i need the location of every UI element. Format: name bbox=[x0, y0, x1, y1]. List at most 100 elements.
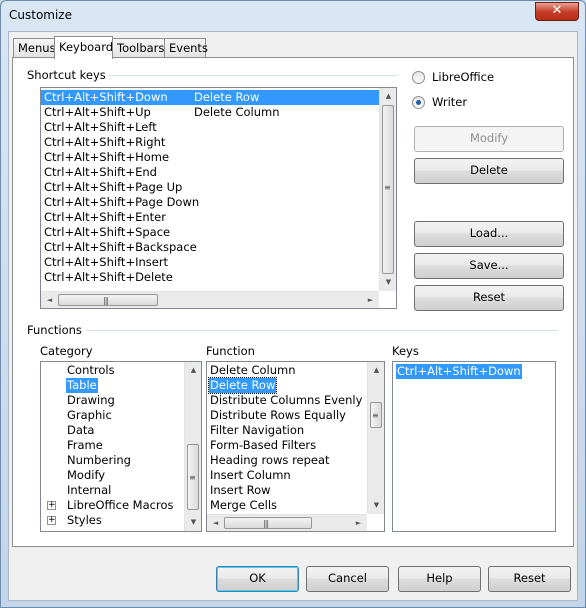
function-list[interactable]: Delete Column Delete Row Distribute Column… bbox=[206, 361, 385, 532]
scroll-thumb[interactable]: ≡ bbox=[382, 105, 394, 274]
function-item[interactable]: Delete Column bbox=[210, 363, 295, 378]
category-item[interactable]: Frame bbox=[67, 438, 103, 453]
shortcut-row[interactable]: Ctrl+Alt+Shift+Enter bbox=[41, 210, 379, 225]
scroll-thumb[interactable]: ≡ bbox=[187, 444, 199, 510]
key-item[interactable]: Ctrl+Alt+Shift+Down bbox=[396, 364, 522, 379]
shortcut-key: Ctrl+Alt+Shift+Backspace bbox=[44, 240, 197, 254]
cancel-button[interactable]: Cancel bbox=[306, 566, 389, 592]
scroll-thumb[interactable]: ≡ bbox=[370, 402, 382, 428]
scroll-down-icon[interactable]: ▼ bbox=[368, 497, 384, 514]
dialog-client: Menus Keyboard Toolbars Events Shortcut … bbox=[8, 31, 578, 601]
category-item[interactable]: Drawing bbox=[67, 393, 115, 408]
tab-keyboard[interactable]: Keyboard bbox=[54, 36, 113, 59]
scroll-up-icon[interactable]: ▲ bbox=[380, 88, 396, 105]
scroll-thumb[interactable]: ||| bbox=[224, 517, 312, 529]
function-vscroll[interactable]: ▲ ≡ ▼ bbox=[367, 362, 384, 514]
title-bar[interactable]: Customize ✕ bbox=[1, 1, 585, 31]
shortcut-vscroll[interactable]: ▲ ≡ ▼ bbox=[379, 88, 396, 291]
category-list[interactable]: Controls Table Drawing Graphic Data Frame Numb… bbox=[40, 361, 202, 532]
function-item[interactable]: Distribute Columns Evenly bbox=[210, 393, 362, 408]
scroll-right-icon[interactable]: ► bbox=[350, 515, 367, 531]
category-item[interactable]: Internal bbox=[67, 483, 111, 498]
shortcut-row[interactable]: Ctrl+Alt+Shift+Up Delete Column bbox=[41, 105, 379, 120]
load-button[interactable]: Load... bbox=[414, 221, 564, 247]
function-item[interactable]: Delete Row bbox=[207, 377, 278, 394]
category-item[interactable]: Graphic bbox=[67, 408, 112, 423]
shortcut-keys-label: Shortcut keys bbox=[27, 68, 106, 82]
category-item[interactable]: Modify bbox=[67, 468, 105, 483]
category-item[interactable]: Numbering bbox=[67, 453, 131, 468]
category-label: Category bbox=[40, 344, 93, 358]
scroll-up-icon[interactable]: ▲ bbox=[368, 362, 384, 379]
tab-menus[interactable]: Menus bbox=[13, 38, 56, 58]
shortcut-row[interactable]: Ctrl+Alt+Shift+Home bbox=[41, 150, 379, 165]
reset-button[interactable]: Reset bbox=[488, 566, 571, 592]
keyboard-tab-panel: Shortcut keys Ctrl+Alt+Shift+Down Delete … bbox=[12, 57, 574, 547]
scroll-down-icon[interactable]: ▼ bbox=[185, 514, 201, 531]
shortcut-row[interactable]: Ctrl+Alt+Shift+Delete bbox=[41, 270, 379, 285]
radio-libreoffice-label[interactable]: LibreOffice bbox=[432, 70, 494, 84]
function-item[interactable]: Insert Row bbox=[210, 483, 271, 498]
customize-dialog: Customize ✕ Menus Keyboard Toolbars Even… bbox=[0, 0, 586, 608]
shortcut-row[interactable]: Ctrl+Alt+Shift+Left bbox=[41, 120, 379, 135]
shortcut-hscroll[interactable]: ◄ ||| ► bbox=[41, 291, 379, 308]
function-item[interactable]: Merge Cells bbox=[210, 498, 277, 513]
category-item[interactable]: Styles bbox=[67, 513, 102, 528]
shortcut-row[interactable]: Ctrl+Alt+Shift+Insert bbox=[41, 255, 379, 270]
shortcut-key: Ctrl+Alt+Shift+Page Up bbox=[44, 180, 183, 194]
radio-libreoffice[interactable] bbox=[412, 71, 425, 84]
radio-writer[interactable] bbox=[412, 96, 425, 109]
help-button[interactable]: Help bbox=[398, 566, 481, 592]
delete-button[interactable]: Delete bbox=[414, 158, 564, 184]
reset-shortcuts-button[interactable]: Reset bbox=[414, 285, 564, 311]
scroll-right-icon[interactable]: ► bbox=[362, 292, 379, 308]
function-item[interactable]: Filter Navigation bbox=[210, 423, 304, 438]
shortcut-key: Ctrl+Alt+Shift+End bbox=[44, 165, 157, 179]
shortcut-key: Ctrl+Alt+Shift+Page Down bbox=[44, 195, 200, 209]
shortcut-row[interactable]: Ctrl+Alt+Shift+Backspace bbox=[41, 240, 379, 255]
tab-events[interactable]: Events bbox=[164, 38, 208, 58]
shortcut-row[interactable]: Ctrl+Alt+Shift+Space bbox=[41, 225, 379, 240]
scroll-up-icon[interactable]: ▲ bbox=[185, 362, 201, 379]
shortcut-row[interactable]: Ctrl+Alt+Shift+Page Up bbox=[41, 180, 379, 195]
function-item[interactable]: Form-Based Filters bbox=[210, 438, 316, 453]
scroll-left-icon[interactable]: ◄ bbox=[41, 292, 58, 308]
category-vscroll[interactable]: ▲ ≡ ▼ bbox=[184, 362, 201, 531]
function-item[interactable]: Insert Column bbox=[210, 468, 291, 483]
expand-icon[interactable]: + bbox=[47, 501, 56, 510]
category-item[interactable]: Data bbox=[67, 423, 94, 438]
category-item[interactable]: LibreOffice Macros bbox=[67, 498, 173, 513]
keys-list[interactable]: Ctrl+Alt+Shift+Down bbox=[392, 361, 556, 532]
tab-toolbars[interactable]: Toolbars bbox=[112, 38, 165, 58]
category-item[interactable]: Controls bbox=[67, 363, 115, 378]
window-title: Customize bbox=[9, 8, 72, 22]
functions-label: Functions bbox=[27, 323, 82, 337]
shortcut-row[interactable]: Ctrl+Alt+Shift+Right bbox=[41, 135, 379, 150]
grip-icon: ||| bbox=[103, 296, 109, 305]
shortcut-key: Ctrl+Alt+Shift+Right bbox=[44, 135, 166, 149]
close-button[interactable]: ✕ bbox=[535, 2, 579, 21]
scroll-thumb[interactable]: ||| bbox=[58, 294, 158, 306]
category-item[interactable]: Table bbox=[66, 378, 98, 393]
function-hscroll[interactable]: ◄ ||| ► bbox=[207, 514, 367, 531]
ok-button[interactable]: OK bbox=[216, 566, 299, 592]
shortcut-row[interactable]: Ctrl+Alt+Shift+Page Down bbox=[41, 195, 379, 210]
grip-icon: ≡ bbox=[372, 411, 379, 420]
function-item[interactable]: Heading rows repeat bbox=[210, 453, 330, 468]
shortcut-row[interactable]: Ctrl+Alt+Shift+Down Delete Row bbox=[41, 90, 379, 105]
scroll-left-icon[interactable]: ◄ bbox=[207, 515, 224, 531]
modify-button[interactable]: Modify bbox=[414, 126, 564, 152]
scroll-down-icon[interactable]: ▼ bbox=[380, 274, 396, 291]
group-separator bbox=[86, 330, 558, 331]
keys-label: Keys bbox=[392, 344, 419, 358]
shortcut-keys-list[interactable]: Ctrl+Alt+Shift+Down Delete Row Ctrl+Alt+Sh… bbox=[40, 87, 397, 309]
radio-selected-dot bbox=[416, 100, 421, 105]
radio-writer-label[interactable]: Writer bbox=[432, 95, 467, 109]
function-item[interactable]: Distribute Rows Equally bbox=[210, 408, 346, 423]
expand-icon[interactable]: + bbox=[47, 516, 56, 525]
shortcut-row[interactable]: Ctrl+Alt+Shift+End bbox=[41, 165, 379, 180]
save-button[interactable]: Save... bbox=[414, 253, 564, 279]
close-icon: ✕ bbox=[551, 3, 563, 18]
shortcut-key: Ctrl+Alt+Shift+Down bbox=[44, 90, 168, 104]
group-separator bbox=[109, 75, 397, 76]
